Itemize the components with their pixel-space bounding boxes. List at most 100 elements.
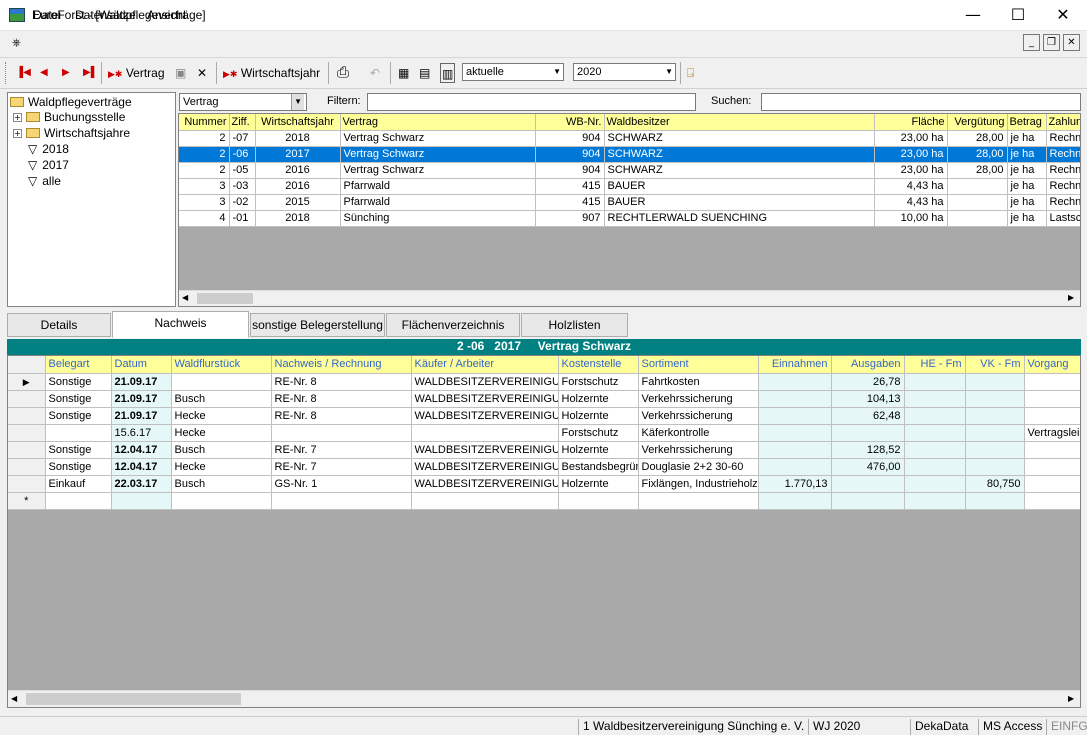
nachweis-cell[interactable]: Holzernte	[558, 390, 639, 408]
contracts-cell[interactable]: BAUER	[604, 194, 875, 211]
contracts-cell[interactable]: 4,43 ha	[874, 178, 948, 195]
contracts-cell[interactable]: 23,00 ha	[874, 162, 948, 179]
nachweis-cell[interactable]	[1024, 492, 1080, 510]
contracts-cell[interactable]: Vertrag Schwarz	[340, 146, 536, 163]
nachweis-row[interactable]: ▶ Sonstige 21.09.17 RE-Nr. 8 WALDBESITZERVER…	[8, 373, 1080, 391]
contracts-cell[interactable]	[947, 210, 1008, 227]
nachweis-row[interactable]: Sonstige 12.04.17 Hecke RE-Nr. 7 WALDBESITZE…	[8, 458, 1080, 476]
maximize-button[interactable]: ☐	[995, 0, 1041, 31]
nachweis-cell[interactable]	[965, 458, 1025, 476]
nachweis-column-header[interactable]: Sortiment	[638, 356, 759, 374]
contracts-cell[interactable]: Rechn	[1046, 146, 1080, 163]
nachweis-cell[interactable]: 80,750	[965, 475, 1025, 493]
nachweis-cell[interactable]: 12.04.17	[111, 458, 172, 476]
scroll-right-icon[interactable]: ▶	[1068, 694, 1074, 703]
nachweis-cell[interactable]	[758, 407, 832, 425]
nachweis-cell[interactable]	[965, 441, 1025, 459]
contracts-cell[interactable]: -07	[229, 130, 256, 147]
search-input[interactable]	[761, 93, 1081, 111]
nachweis-cell[interactable]: Fixlängen, Industrieholz lang	[638, 475, 759, 493]
nachweis-cell[interactable]	[758, 424, 832, 442]
nachweis-cell[interactable]	[638, 492, 759, 510]
split-view-icon[interactable]: ▥	[440, 63, 456, 83]
contracts-column-header[interactable]: Zahlun	[1046, 114, 1080, 131]
row-selector[interactable]	[8, 407, 46, 425]
nachweis-cell[interactable]: Verkehrssicherung	[638, 390, 759, 408]
contracts-cell[interactable]: je ha	[1007, 146, 1047, 163]
nachweis-cell[interactable]	[965, 390, 1025, 408]
nachweis-cell[interactable]: WALDBESITZERVEREINIGUNG	[411, 407, 559, 425]
nachweis-hscrollbar[interactable]: ◀ ▶	[8, 690, 1080, 707]
nachweis-cell[interactable]: Fahrtkosten	[638, 373, 759, 391]
contracts-column-header[interactable]: Betrag	[1007, 114, 1047, 131]
nachweis-cell[interactable]: 26,78	[831, 373, 905, 391]
new-contract-button[interactable]: ▶✱ Vertrag	[108, 63, 165, 83]
nachweis-cell[interactable]: Sonstige	[45, 390, 112, 408]
nachweis-cell[interactable]: 22.03.17	[111, 475, 172, 493]
nachweis-cell[interactable]: Sonstige	[45, 458, 112, 476]
scroll-thumb[interactable]	[197, 293, 253, 304]
contracts-cell[interactable]: RECHTLERWALD SUENCHING	[604, 210, 875, 227]
nachweis-column-header[interactable]: Waldflurstück	[171, 356, 272, 374]
contracts-cell[interactable]: 3	[179, 194, 230, 211]
row-selector[interactable]	[8, 475, 46, 493]
nachweis-cell[interactable]: Douglasie 2+2 30-60	[638, 458, 759, 476]
contracts-cell[interactable]: -01	[229, 210, 256, 227]
next-record-icon[interactable]: ▶	[62, 63, 70, 83]
nachweis-cell[interactable]	[831, 475, 905, 493]
contracts-cell[interactable]: 4,43 ha	[874, 194, 948, 211]
contracts-cell[interactable]: BAUER	[604, 178, 875, 195]
nachweis-cell[interactable]: Forstschutz	[558, 424, 639, 442]
nachweis-row[interactable]: 15.6.17 Hecke Forstschutz Käferkontrolle Ver…	[8, 424, 1080, 442]
tab-details[interactable]: Details	[7, 313, 111, 337]
contracts-cell[interactable]: je ha	[1007, 162, 1047, 179]
contracts-cell[interactable]	[947, 178, 1008, 195]
contracts-cell[interactable]: 28,00	[947, 130, 1008, 147]
tab-nachweis[interactable]: Nachweis	[112, 311, 249, 338]
nachweis-cell[interactable]	[1024, 441, 1080, 459]
contracts-cell[interactable]: 23,00 ha	[874, 130, 948, 147]
tree-node-alle[interactable]: ▽ alle	[28, 174, 61, 188]
contracts-cell[interactable]: Pfarrwald	[340, 178, 536, 195]
contracts-cell[interactable]	[947, 194, 1008, 211]
contracts-cell[interactable]: Lastsc	[1046, 210, 1080, 227]
nachweis-row[interactable]: Sonstige 12.04.17 Busch RE-Nr. 7 WALDBESITZE…	[8, 441, 1080, 459]
nachweis-cell[interactable]: Busch	[171, 390, 272, 408]
contracts-column-header[interactable]: Nummer	[179, 114, 230, 131]
nachweis-cell[interactable]: 21.09.17	[111, 407, 172, 425]
contracts-cell[interactable]: SCHWARZ	[604, 130, 875, 147]
nachweis-cell[interactable]: WALDBESITZERVEREINIGUNG	[411, 373, 559, 391]
scroll-thumb[interactable]	[26, 693, 241, 705]
contracts-cell[interactable]: 904	[535, 162, 605, 179]
nachweis-cell[interactable]: Holzernte	[558, 475, 639, 493]
nachweis-cell[interactable]	[1024, 373, 1080, 391]
contracts-cell[interactable]: -06	[229, 146, 256, 163]
form-view-icon[interactable]: ▤	[419, 63, 430, 83]
nachweis-cell[interactable]: WALDBESITZERVEREINIGUNG	[411, 390, 559, 408]
nachweis-cell[interactable]	[411, 492, 559, 510]
contracts-cell[interactable]: SCHWARZ	[604, 146, 875, 163]
filter-input[interactable]	[367, 93, 696, 111]
tree-node-2018[interactable]: ▽ 2018	[28, 142, 69, 156]
contracts-cell[interactable]: Rechn	[1046, 178, 1080, 195]
contracts-cell[interactable]: 907	[535, 210, 605, 227]
nachweis-cell[interactable]: 62,48	[831, 407, 905, 425]
new-record-row[interactable]: *	[8, 492, 1080, 510]
nachweis-row[interactable]: Sonstige 21.09.17 Hecke RE-Nr. 8 WALDBESITZE…	[8, 407, 1080, 425]
nachweis-cell[interactable]: 21.09.17	[111, 373, 172, 391]
minimize-button[interactable]: —	[950, 0, 996, 31]
row-selector[interactable]	[8, 390, 46, 408]
contracts-cell[interactable]: 28,00	[947, 162, 1008, 179]
undo-icon[interactable]: ↶	[370, 63, 380, 83]
nachweis-column-header[interactable]: Kostenstelle	[558, 356, 639, 374]
filter-combo[interactable]: aktuelle ▼	[462, 63, 564, 81]
contracts-cell[interactable]: 2016	[255, 162, 341, 179]
contracts-column-header[interactable]: WB-Nr.	[535, 114, 605, 131]
contracts-cell[interactable]: je ha	[1007, 130, 1047, 147]
nachweis-cell[interactable]	[965, 407, 1025, 425]
contracts-cell[interactable]: 3	[179, 178, 230, 195]
nachweis-column-header[interactable]: Käufer / Arbeiter	[411, 356, 559, 374]
mdi-child-icon[interactable]: ⎈	[12, 36, 26, 52]
nachweis-cell[interactable]: Sonstige	[45, 441, 112, 459]
nachweis-cell[interactable]	[904, 373, 966, 391]
